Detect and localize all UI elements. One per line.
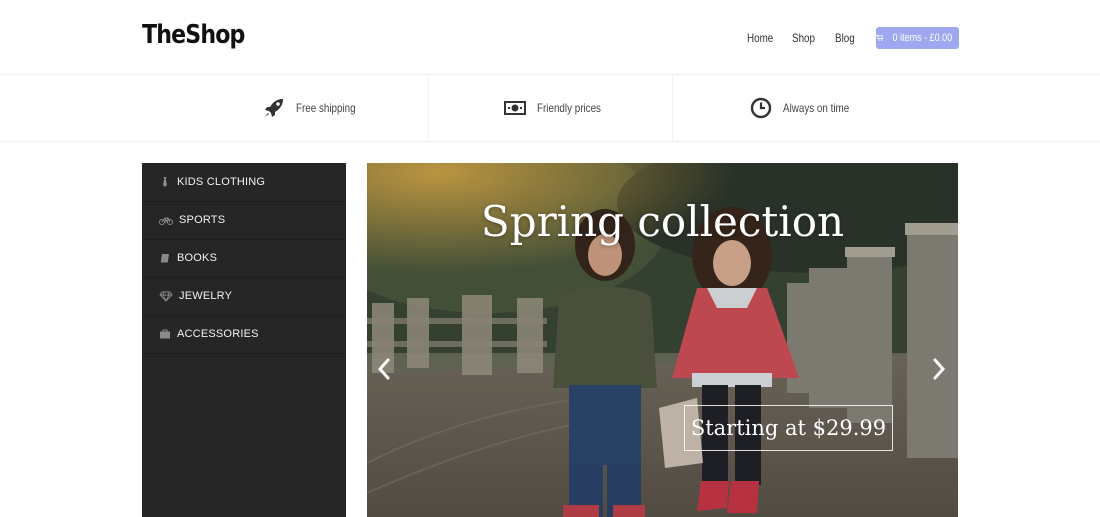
bicycle-icon — [159, 217, 173, 225]
feature-divider — [428, 75, 429, 141]
shopping-cart-icon — [876, 34, 884, 41]
sidebar-item-sports[interactable]: SPORTS — [142, 201, 346, 240]
banknote-icon — [504, 101, 526, 115]
nav-home-link[interactable]: Home — [747, 31, 773, 45]
hero-title: Spring collection — [480, 197, 845, 246]
sidebar-item-books[interactable]: BOOKS — [142, 239, 346, 278]
cart-summary: 0 items - £0.00 — [892, 32, 953, 44]
feature-label: Friendly prices — [537, 101, 601, 115]
cart-button[interactable]: 0 items - £0.00 — [876, 27, 959, 49]
sidebar-item-label: BOOKS — [177, 252, 218, 264]
category-sidebar: KIDS CLOTHING SPORTS BOOKS JEWELRY ACCES… — [142, 163, 346, 517]
clock-icon — [750, 97, 772, 119]
nav-shop-link[interactable]: Shop — [792, 31, 815, 45]
chevron-left-icon[interactable] — [373, 355, 395, 383]
sidebar-item-jewelry[interactable]: JEWELRY — [142, 277, 346, 316]
sidebar-item-label: ACCESSORIES — [177, 328, 259, 340]
chevron-right-icon[interactable] — [928, 355, 950, 383]
site-header: TheShop Home Shop Blog 0 items - £0.00 — [0, 0, 1100, 74]
briefcase-icon — [160, 329, 170, 339]
tie-icon — [163, 177, 167, 187]
nav-blog-link[interactable]: Blog — [835, 31, 855, 45]
hero-price-tag[interactable]: Starting at $29.99 — [684, 405, 893, 451]
sidebar-item-accessories[interactable]: ACCESSORIES — [142, 315, 346, 354]
sidebar-item-label: KIDS CLOTHING — [177, 176, 266, 188]
book-icon — [160, 254, 169, 263]
feature-divider — [672, 75, 673, 141]
feature-always-on-time: Always on time — [749, 75, 864, 141]
sidebar-item-label: JEWELRY — [179, 290, 233, 302]
rocket-icon — [265, 99, 283, 117]
feature-free-shipping: Free shipping — [262, 75, 369, 141]
features-divider — [0, 141, 1100, 142]
feature-label: Free shipping — [296, 101, 356, 115]
diamond-icon — [159, 291, 173, 302]
feature-label: Always on time — [783, 101, 850, 115]
feature-friendly-prices: Friendly prices — [503, 75, 615, 141]
hero-slider[interactable]: Spring collection Starting at $29.99 — [367, 163, 958, 517]
sidebar-item-kids-clothing[interactable]: KIDS CLOTHING — [142, 163, 346, 202]
sidebar-item-label: SPORTS — [179, 214, 226, 226]
features-bar: Free shipping Friendly prices Always on … — [0, 75, 1100, 141]
site-logo[interactable]: TheShop — [142, 20, 245, 50]
